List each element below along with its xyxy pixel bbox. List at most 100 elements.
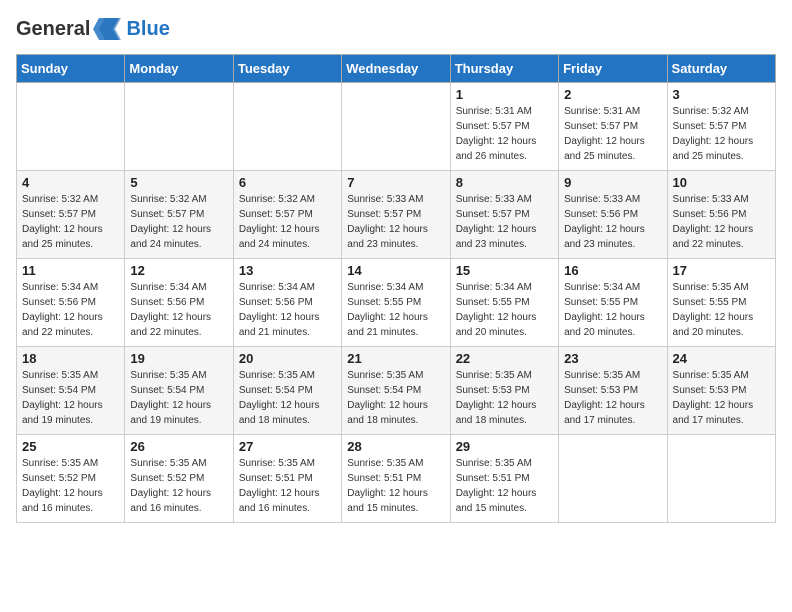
calendar-cell xyxy=(17,83,125,171)
day-info: Sunrise: 5:35 AM Sunset: 5:51 PM Dayligh… xyxy=(347,456,444,516)
day-info: Sunrise: 5:35 AM Sunset: 5:52 PM Dayligh… xyxy=(130,456,227,516)
calendar-cell xyxy=(125,83,233,171)
calendar-cell: 24 Sunrise: 5:35 AM Sunset: 5:53 PM Dayli… xyxy=(667,347,775,435)
day-number: 4 xyxy=(22,175,119,190)
day-info: Sunrise: 5:32 AM Sunset: 5:57 PM Dayligh… xyxy=(22,192,119,252)
day-number: 6 xyxy=(239,175,336,190)
day-number: 19 xyxy=(130,351,227,366)
day-info: Sunrise: 5:35 AM Sunset: 5:54 PM Dayligh… xyxy=(22,368,119,428)
calendar-week-row: 25Sunrise: 5:35 AM Sunset: 5:52 PM Dayli… xyxy=(17,435,776,523)
day-info: Sunrise: 5:35 AM Sunset: 5:54 PM Dayligh… xyxy=(130,368,227,428)
day-info: Sunrise: 5:35 AM Sunset: 5:54 PM Dayligh… xyxy=(347,368,444,428)
calendar-cell: 12 Sunrise: 5:34 AM Sunset: 5:56 PM Dayli… xyxy=(125,259,233,347)
weekday-header: Sunday xyxy=(17,55,125,83)
day-number: 2 xyxy=(564,87,661,102)
day-info: Sunrise: 5:33 AM Sunset: 5:57 PM Dayligh… xyxy=(347,192,444,252)
logo-blue-text: Blue xyxy=(126,18,169,41)
weekday-header: Monday xyxy=(125,55,233,83)
day-number: 11 xyxy=(22,263,119,278)
weekday-header: Tuesday xyxy=(233,55,341,83)
day-info: Sunrise: 5:35 AM Sunset: 5:51 PM Dayligh… xyxy=(456,456,553,516)
calendar-cell: 11 Sunrise: 5:34 AM Sunset: 5:56 PM Dayli… xyxy=(17,259,125,347)
calendar-cell: 19 Sunrise: 5:35 AM Sunset: 5:54 PM Dayli… xyxy=(125,347,233,435)
calendar-week-row: 18 Sunrise: 5:35 AM Sunset: 5:54 PM Dayli… xyxy=(17,347,776,435)
day-info: Sunrise: 5:34 AM Sunset: 5:55 PM Dayligh… xyxy=(456,280,553,340)
calendar-cell xyxy=(233,83,341,171)
day-number: 13 xyxy=(239,263,336,278)
logo-icon xyxy=(91,16,121,42)
day-number: 17 xyxy=(673,263,770,278)
calendar-cell: 7Sunrise: 5:33 AM Sunset: 5:57 PM Daylig… xyxy=(342,171,450,259)
day-info: Sunrise: 5:35 AM Sunset: 5:53 PM Dayligh… xyxy=(456,368,553,428)
day-number: 21 xyxy=(347,351,444,366)
calendar-cell: 2Sunrise: 5:31 AM Sunset: 5:57 PM Daylig… xyxy=(559,83,667,171)
calendar-cell: 6 Sunrise: 5:32 AM Sunset: 5:57 PM Daylig… xyxy=(233,171,341,259)
calendar-cell: 18 Sunrise: 5:35 AM Sunset: 5:54 PM Dayli… xyxy=(17,347,125,435)
calendar-cell: 20 Sunrise: 5:35 AM Sunset: 5:54 PM Dayli… xyxy=(233,347,341,435)
calendar-week-row: 11 Sunrise: 5:34 AM Sunset: 5:56 PM Dayli… xyxy=(17,259,776,347)
calendar-cell xyxy=(667,435,775,523)
calendar-cell: 27Sunrise: 5:35 AM Sunset: 5:51 PM Dayli… xyxy=(233,435,341,523)
calendar-cell: 15 Sunrise: 5:34 AM Sunset: 5:55 PM Dayli… xyxy=(450,259,558,347)
day-number: 15 xyxy=(456,263,553,278)
day-info: Sunrise: 5:32 AM Sunset: 5:57 PM Dayligh… xyxy=(239,192,336,252)
calendar-cell xyxy=(559,435,667,523)
calendar-cell: 29 Sunrise: 5:35 AM Sunset: 5:51 PM Dayli… xyxy=(450,435,558,523)
calendar-cell: 23Sunrise: 5:35 AM Sunset: 5:53 PM Dayli… xyxy=(559,347,667,435)
calendar-week-row: 4 Sunrise: 5:32 AM Sunset: 5:57 PM Daylig… xyxy=(17,171,776,259)
weekday-header: Thursday xyxy=(450,55,558,83)
calendar-header-row: SundayMondayTuesdayWednesdayThursdayFrid… xyxy=(17,55,776,83)
day-info: Sunrise: 5:33 AM Sunset: 5:57 PM Dayligh… xyxy=(456,192,553,252)
calendar-cell: 26 Sunrise: 5:35 AM Sunset: 5:52 PM Dayli… xyxy=(125,435,233,523)
calendar-cell: 3 Sunrise: 5:32 AM Sunset: 5:57 PM Daylig… xyxy=(667,83,775,171)
day-info: Sunrise: 5:35 AM Sunset: 5:54 PM Dayligh… xyxy=(239,368,336,428)
calendar-cell: 17 Sunrise: 5:35 AM Sunset: 5:55 PM Dayli… xyxy=(667,259,775,347)
calendar-week-row: 1 Sunrise: 5:31 AM Sunset: 5:57 PM Daylig… xyxy=(17,83,776,171)
day-info: Sunrise: 5:33 AM Sunset: 5:56 PM Dayligh… xyxy=(673,192,770,252)
logo-text: General xyxy=(16,18,90,41)
day-number: 20 xyxy=(239,351,336,366)
day-number: 16 xyxy=(564,263,661,278)
day-info: Sunrise: 5:34 AM Sunset: 5:56 PM Dayligh… xyxy=(22,280,119,340)
day-info: Sunrise: 5:34 AM Sunset: 5:55 PM Dayligh… xyxy=(347,280,444,340)
weekday-header: Saturday xyxy=(667,55,775,83)
page-header: General Blue xyxy=(16,16,776,42)
day-info: Sunrise: 5:35 AM Sunset: 5:53 PM Dayligh… xyxy=(673,368,770,428)
day-number: 29 xyxy=(456,439,553,454)
calendar-cell: 25Sunrise: 5:35 AM Sunset: 5:52 PM Dayli… xyxy=(17,435,125,523)
weekday-header: Friday xyxy=(559,55,667,83)
day-number: 9 xyxy=(564,175,661,190)
day-info: Sunrise: 5:31 AM Sunset: 5:57 PM Dayligh… xyxy=(456,104,553,164)
day-info: Sunrise: 5:35 AM Sunset: 5:52 PM Dayligh… xyxy=(22,456,119,516)
day-info: Sunrise: 5:34 AM Sunset: 5:55 PM Dayligh… xyxy=(564,280,661,340)
calendar-cell: 9 Sunrise: 5:33 AM Sunset: 5:56 PM Daylig… xyxy=(559,171,667,259)
day-number: 12 xyxy=(130,263,227,278)
day-number: 10 xyxy=(673,175,770,190)
day-number: 3 xyxy=(673,87,770,102)
day-info: Sunrise: 5:35 AM Sunset: 5:55 PM Dayligh… xyxy=(673,280,770,340)
day-number: 24 xyxy=(673,351,770,366)
calendar-cell xyxy=(342,83,450,171)
calendar-body: 1 Sunrise: 5:31 AM Sunset: 5:57 PM Daylig… xyxy=(17,83,776,523)
day-number: 5 xyxy=(130,175,227,190)
day-number: 27 xyxy=(239,439,336,454)
day-info: Sunrise: 5:32 AM Sunset: 5:57 PM Dayligh… xyxy=(673,104,770,164)
calendar-cell: 10 Sunrise: 5:33 AM Sunset: 5:56 PM Dayli… xyxy=(667,171,775,259)
day-number: 18 xyxy=(22,351,119,366)
logo: General Blue xyxy=(16,16,170,42)
day-number: 26 xyxy=(130,439,227,454)
day-number: 22 xyxy=(456,351,553,366)
day-number: 1 xyxy=(456,87,553,102)
calendar-cell: 13 Sunrise: 5:34 AM Sunset: 5:56 PM Dayli… xyxy=(233,259,341,347)
day-info: Sunrise: 5:32 AM Sunset: 5:57 PM Dayligh… xyxy=(130,192,227,252)
calendar-cell: 28Sunrise: 5:35 AM Sunset: 5:51 PM Dayli… xyxy=(342,435,450,523)
day-info: Sunrise: 5:33 AM Sunset: 5:56 PM Dayligh… xyxy=(564,192,661,252)
calendar-cell: 8Sunrise: 5:33 AM Sunset: 5:57 PM Daylig… xyxy=(450,171,558,259)
calendar-cell: 1 Sunrise: 5:31 AM Sunset: 5:57 PM Daylig… xyxy=(450,83,558,171)
calendar-cell: 21 Sunrise: 5:35 AM Sunset: 5:54 PM Dayli… xyxy=(342,347,450,435)
calendar-cell: 22 Sunrise: 5:35 AM Sunset: 5:53 PM Dayli… xyxy=(450,347,558,435)
day-info: Sunrise: 5:35 AM Sunset: 5:53 PM Dayligh… xyxy=(564,368,661,428)
calendar-cell: 14Sunrise: 5:34 AM Sunset: 5:55 PM Dayli… xyxy=(342,259,450,347)
day-info: Sunrise: 5:34 AM Sunset: 5:56 PM Dayligh… xyxy=(130,280,227,340)
day-info: Sunrise: 5:34 AM Sunset: 5:56 PM Dayligh… xyxy=(239,280,336,340)
